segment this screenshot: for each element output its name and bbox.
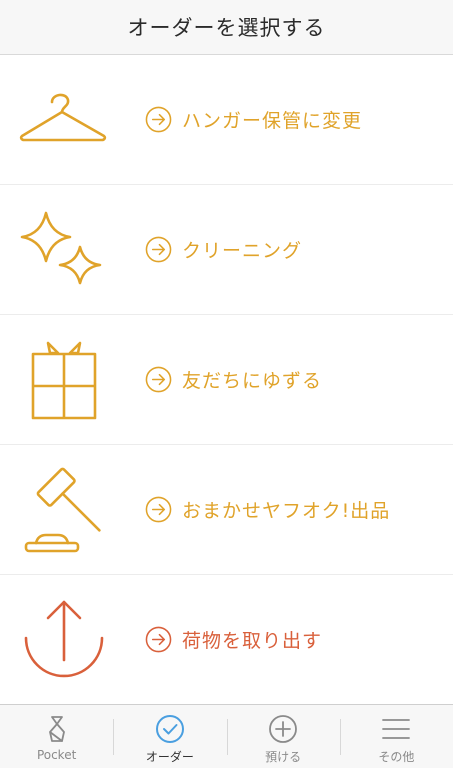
bottom-tab-bar: Pocket オーダー 預ける その他 — [0, 704, 453, 768]
menu-item-label: クリーニング — [182, 240, 303, 262]
arrow-circle-icon — [145, 366, 172, 393]
menu-item-give-to-friend[interactable]: 友だちにゆずる — [0, 315, 453, 445]
tab-pocket[interactable]: Pocket — [0, 705, 113, 768]
menu-item-label: 友だちにゆずる — [182, 370, 323, 392]
arrow-circle-icon — [145, 626, 172, 653]
auction-gavel-icon — [18, 460, 110, 560]
sparkle-icon — [18, 200, 110, 300]
arrow-circle-icon — [145, 236, 172, 263]
tab-order[interactable]: オーダー — [113, 705, 226, 768]
menu-lines-icon — [382, 719, 411, 739]
pocket-icon — [48, 716, 65, 742]
plus-circle-icon — [269, 715, 298, 743]
gift-icon — [18, 330, 110, 430]
tab-deposit[interactable]: 預ける — [226, 705, 340, 768]
tab-label: Pocket — [36, 748, 77, 762]
menu-item-take-out[interactable]: 荷物を取り出す — [0, 575, 453, 705]
tab-other[interactable]: その他 — [339, 705, 453, 768]
menu-item-hanger-storage[interactable]: ハンガー保管に変更 — [0, 55, 453, 185]
arrow-circle-icon — [145, 496, 172, 523]
tab-label: 預ける — [265, 750, 302, 764]
tab-label: オーダー — [145, 750, 194, 764]
menu-item-label: おまかせヤフオク!出品 — [182, 500, 391, 522]
menu-item-label: ハンガー保管に変更 — [182, 110, 363, 132]
check-circle-icon — [155, 715, 184, 743]
menu-item-label: 荷物を取り出す — [182, 630, 323, 652]
tab-label: その他 — [378, 750, 415, 764]
page-title: オーダーを選択する — [127, 16, 326, 40]
menu-item-auction-listing[interactable]: おまかせヤフオク!出品 — [0, 445, 453, 575]
menu-item-cleaning[interactable]: クリーニング — [0, 185, 453, 315]
arrow-circle-icon — [145, 106, 172, 133]
hanger-icon — [18, 70, 110, 170]
order-menu: ハンガー保管に変更 クリーニング 友だちにゆずる おまかせヤフオク!出品 荷物を… — [0, 55, 453, 705]
take-out-arrow-icon — [18, 590, 110, 690]
header-bar: オーダーを選択する — [0, 0, 453, 55]
